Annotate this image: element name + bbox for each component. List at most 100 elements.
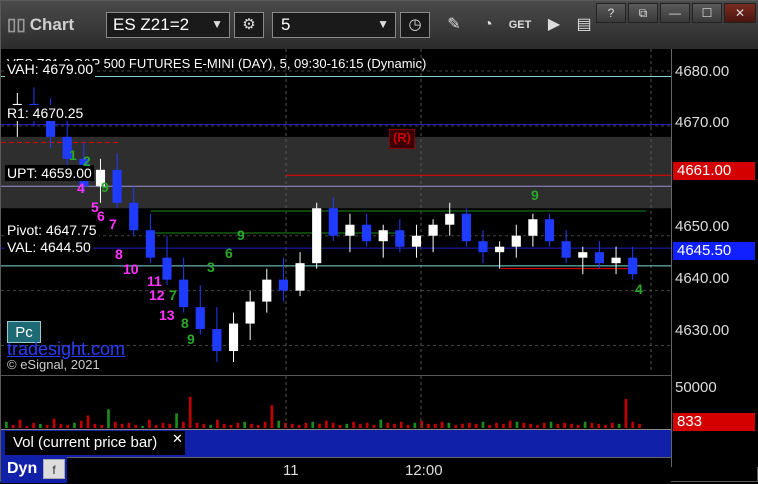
- volume-bar: [39, 423, 42, 428]
- r1-label: R1: 4670.25: [5, 105, 86, 121]
- volume-bar: [549, 421, 553, 428]
- volume-axis-tick: 50000: [675, 379, 717, 396]
- volume-bar: [454, 424, 458, 428]
- minimize-icon[interactable]: —: [660, 3, 690, 23]
- volume-bar: [440, 421, 444, 428]
- volume-bar: [522, 422, 526, 428]
- volume-bar: [413, 422, 417, 428]
- candle-body: [395, 230, 405, 247]
- candle-body: [262, 279, 272, 302]
- volume-bar: [45, 424, 49, 428]
- title-bar: ▯▯ Chart ES Z21=2 ▼ ⚙ 5 ▼ ◷ ✎ ◔ GET ▶ ▤ ? ⧉…: [1, 1, 758, 50]
- volume-last-flag: 833: [673, 413, 755, 431]
- volume-bar: [202, 423, 206, 428]
- volume-bar: [529, 423, 532, 428]
- volume-bar: [222, 423, 226, 428]
- maximize-icon[interactable]: ☐: [692, 3, 722, 23]
- study-icon[interactable]: ◔: [475, 13, 501, 37]
- volume-bar: [359, 423, 362, 428]
- r-marker: (R): [389, 129, 415, 149]
- volume-study-label[interactable]: Vol (current price bar): [5, 431, 185, 455]
- seq-green-9a: 9: [101, 179, 109, 195]
- candle-body: [112, 169, 122, 203]
- pivot-label: Pivot: 4647.75: [5, 222, 99, 238]
- pencil-icon[interactable]: ✎: [441, 13, 467, 37]
- time-axis[interactable]: [1, 457, 671, 484]
- volume-bar: [236, 422, 240, 428]
- volume-bar: [175, 413, 178, 428]
- volume-bar: [290, 423, 294, 428]
- volume-bar: [570, 423, 573, 428]
- chevron-down-icon[interactable]: ▼: [377, 17, 389, 31]
- clock-icon[interactable]: ◷: [400, 12, 430, 38]
- restore-icon[interactable]: ⧉: [628, 3, 658, 23]
- volume-bar: [311, 421, 315, 428]
- seq-green-3: 3: [207, 259, 215, 275]
- app-title-text: Chart: [29, 15, 75, 34]
- volume-bar: [11, 424, 15, 428]
- candle-body: [145, 230, 155, 258]
- candle-body: [461, 213, 471, 242]
- volume-bar: [25, 425, 29, 428]
- volume-bar: [127, 422, 131, 428]
- volume-bar: [590, 422, 594, 428]
- sidebar-icon[interactable]: ▤: [571, 13, 597, 37]
- help-icon[interactable]: ?: [596, 3, 626, 23]
- volume-bar: [93, 423, 97, 428]
- seq-magenta-7: 7: [109, 216, 117, 232]
- candle-body: [478, 241, 488, 253]
- grip-icon[interactable]: ▯▯: [7, 15, 26, 34]
- settings-gear-icon[interactable]: ⚙: [234, 12, 264, 38]
- candle-body: [445, 213, 455, 225]
- volume-bar: [515, 421, 519, 428]
- get-icon[interactable]: GET: [507, 13, 533, 37]
- candle-body: [378, 230, 388, 242]
- volume-bar: [161, 422, 165, 428]
- candle-body: [162, 257, 172, 280]
- volume-bar: [168, 423, 172, 428]
- candle-body: [578, 252, 588, 258]
- candle-body: [179, 279, 189, 308]
- close-study-icon[interactable]: ✕: [172, 431, 183, 447]
- seq-green-6: 6: [225, 245, 233, 261]
- candle-body: [561, 241, 571, 258]
- seq-magenta-12: 12: [149, 287, 165, 303]
- seq-magenta-10: 10: [123, 261, 139, 277]
- seq-green-9c: 9: [187, 331, 195, 347]
- volume-bar: [182, 421, 185, 428]
- volume-bar: [209, 424, 212, 428]
- volume-bar: [73, 422, 76, 428]
- volume-bar: [481, 421, 485, 428]
- chevron-down-icon[interactable]: ▼: [211, 17, 223, 31]
- app-title[interactable]: ▯▯ Chart: [7, 15, 74, 35]
- candle-body: [245, 301, 255, 324]
- volume-bar: [386, 422, 389, 428]
- dyn-label: Dyn: [7, 460, 38, 477]
- candle-body: [295, 263, 305, 291]
- seq-magenta-6: 6: [97, 208, 105, 224]
- volume-bar: [256, 424, 260, 428]
- volume-pane[interactable]: [1, 375, 671, 428]
- interval-input[interactable]: 5 ▼: [272, 12, 396, 38]
- time-tick-1200: 12:00: [405, 462, 443, 479]
- candle-body: [312, 208, 322, 264]
- volume-bar: [59, 423, 63, 428]
- seq-green-7: 7: [169, 287, 177, 303]
- chart-window: ▯▯ Chart ES Z21=2 ▼ ⚙ 5 ▼ ◷ ✎ ◔ GET ▶ ▤ ? ⧉…: [0, 0, 758, 484]
- symbol-input[interactable]: ES Z21=2 ▼: [106, 12, 230, 38]
- last-price-flag: 4645.50: [673, 242, 755, 260]
- volume-bar: [467, 422, 471, 428]
- volume-bar: [597, 423, 601, 428]
- close-icon[interactable]: ✕: [724, 3, 756, 23]
- candle-body: [628, 257, 638, 275]
- volume-bar: [52, 418, 56, 428]
- volume-bar: [393, 423, 396, 428]
- val-label: VAL: 4644.50: [5, 239, 93, 255]
- play-icon[interactable]: ▶: [541, 13, 567, 37]
- volume-bar: [304, 422, 308, 428]
- volume-bar: [331, 422, 335, 428]
- seq-green-4: 4: [635, 281, 643, 297]
- fib-icon[interactable]: f: [43, 459, 65, 479]
- price-tick: 4640.00: [675, 270, 730, 287]
- volume-bar: [488, 424, 492, 428]
